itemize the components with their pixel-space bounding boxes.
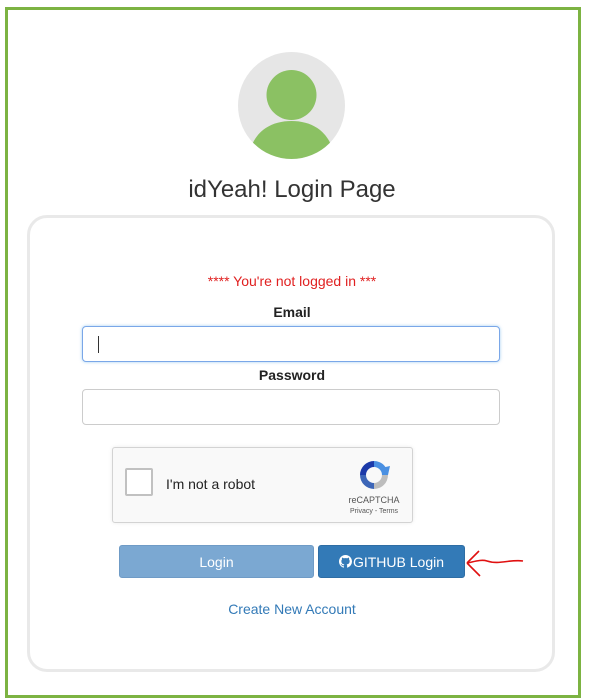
annotation-arrow-icon	[466, 550, 524, 577]
password-field[interactable]	[82, 389, 500, 425]
login-status-message: **** You're not logged in ***	[207, 273, 377, 289]
recaptcha-label: I'm not a robot	[166, 476, 256, 492]
github-login-button[interactable]: GITHUB Login	[318, 545, 465, 578]
recaptcha-brand: reCAPTCHA	[348, 495, 400, 505]
email-label: Email	[273, 304, 311, 320]
recaptcha-checkbox[interactable]	[125, 468, 153, 496]
login-button-label: Login	[199, 553, 234, 570]
user-avatar-icon	[238, 52, 345, 159]
password-label: Password	[258, 367, 326, 383]
create-account-link[interactable]: Create New Account	[0, 601, 584, 617]
text-cursor	[98, 336, 99, 353]
page-title: idYeah! Login Page	[188, 176, 396, 203]
recaptcha-widget: I'm not a robot reCAPTCHA Privacy - Term…	[112, 447, 413, 523]
email-field[interactable]	[82, 326, 500, 362]
recaptcha-icon	[360, 461, 390, 489]
recaptcha-links[interactable]: Privacy - Terms	[339, 508, 409, 515]
github-login-label: GITHUB Login	[352, 553, 445, 570]
github-icon	[338, 555, 352, 568]
login-button[interactable]: Login	[119, 545, 314, 578]
